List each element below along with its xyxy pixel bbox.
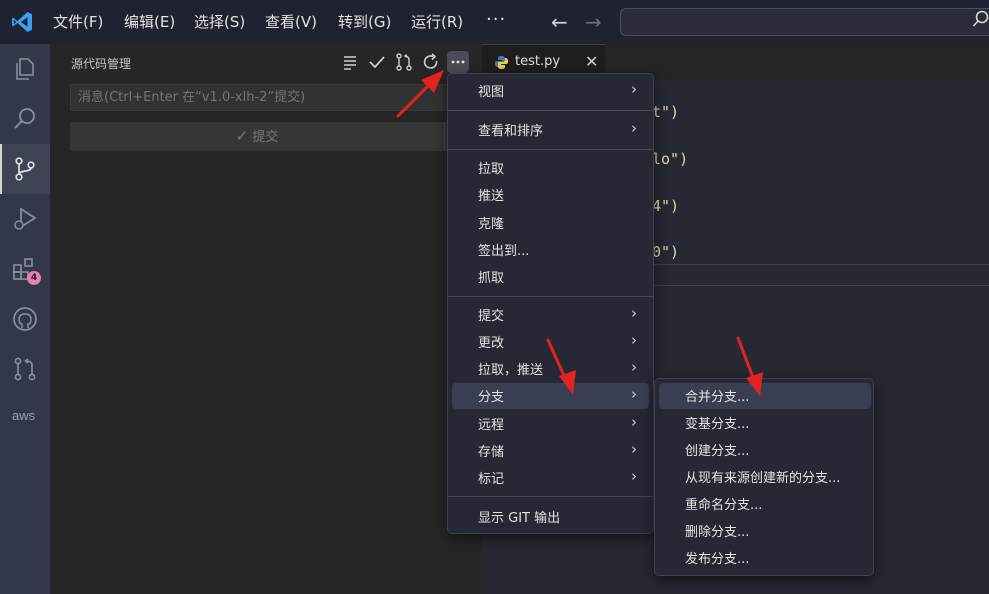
commit-button[interactable]: ✓ 提交 xyxy=(70,122,444,151)
activity-pull-requests[interactable] xyxy=(0,344,50,394)
menu-run[interactable]: 运行(R) xyxy=(411,11,463,33)
search-icon[interactable] xyxy=(972,10,989,28)
menu-go[interactable]: 转到(G) xyxy=(338,11,391,33)
menu-edit[interactable]: 编辑(E) xyxy=(124,11,175,33)
more-actions-menu: 视图 › 查看和排序 › 拉取 推送 克隆 签出到... 抓取 提交 › 更改 … xyxy=(447,73,654,534)
source-control-sidebar: 源代码管理 ✓ 提交 xyxy=(50,44,482,594)
activity-explorer[interactable] xyxy=(0,44,50,94)
chevron-right-icon: › xyxy=(631,385,637,403)
chevron-right-icon: › xyxy=(631,80,637,98)
branch-item-create-from[interactable]: 从现有来源创建新的分支... xyxy=(659,464,871,490)
code-line: lo") xyxy=(652,150,689,168)
back-arrow-icon[interactable]: ← xyxy=(551,10,568,34)
menu-item-clone[interactable]: 克隆 xyxy=(452,210,649,236)
ellipsis-icon xyxy=(451,60,465,64)
commit-button-label: 提交 xyxy=(252,130,279,145)
chevron-right-icon: › xyxy=(631,467,637,485)
menu-item-show-git-output[interactable]: 显示 GIT 输出 xyxy=(452,504,649,530)
menu-item-push[interactable]: 推送 xyxy=(452,182,649,208)
activity-bar: 4 aws xyxy=(0,44,50,594)
branch-submenu: 合并分支... 变基分支... 创建分支... 从现有来源创建新的分支... 重… xyxy=(654,378,874,576)
menu-view[interactable]: 查看(V) xyxy=(265,11,317,33)
menu-item-view[interactable]: 视图 › xyxy=(452,78,649,104)
refresh-icon[interactable] xyxy=(421,52,441,72)
menu-item-pull-push[interactable]: 拉取，推送 › xyxy=(452,356,649,382)
chevron-right-icon: › xyxy=(631,331,637,349)
activity-github[interactable] xyxy=(0,294,50,344)
branch-item-delete[interactable]: 删除分支... xyxy=(659,518,871,544)
chevron-right-icon: › xyxy=(631,358,637,376)
menu-item-branch[interactable]: 分支 › xyxy=(452,383,649,409)
more-actions-button[interactable] xyxy=(447,51,469,73)
github-icon xyxy=(13,307,37,331)
branch-item-create[interactable]: 创建分支... xyxy=(659,437,871,463)
forward-arrow-icon[interactable]: → xyxy=(585,10,602,34)
activity-search[interactable] xyxy=(0,94,50,144)
extensions-badge: 4 xyxy=(27,271,41,285)
branch-item-merge[interactable]: 合并分支... xyxy=(659,383,871,409)
title-bar: 文件(F) 编辑(E) 选择(S) 查看(V) 转到(G) 运行(R) ··· … xyxy=(0,0,989,44)
branch-item-publish[interactable]: 发布分支... xyxy=(659,545,871,571)
active-indicator xyxy=(0,144,2,194)
search-icon xyxy=(14,108,35,129)
code-line: 0") xyxy=(652,243,680,261)
view-as-list-icon[interactable] xyxy=(340,52,360,72)
aws-icon: aws xyxy=(12,408,36,423)
menu-selection[interactable]: 选择(S) xyxy=(194,11,245,33)
more-menus-button[interactable]: ··· xyxy=(486,9,506,30)
chevron-right-icon: › xyxy=(631,119,637,137)
check-icon: ✓ xyxy=(235,127,249,145)
python-file-icon xyxy=(495,56,508,69)
menu-item-checkout[interactable]: 签出到... xyxy=(452,237,649,263)
activity-run-debug[interactable] xyxy=(0,194,50,244)
menu-item-commit[interactable]: 提交 › xyxy=(452,302,649,328)
menu-separator xyxy=(448,296,653,297)
current-line-highlight xyxy=(654,264,989,286)
branch-item-rebase[interactable]: 变基分支... xyxy=(659,410,871,436)
command-center-search[interactable] xyxy=(620,8,989,36)
activity-aws[interactable]: aws xyxy=(0,394,50,444)
code-line: t") xyxy=(652,103,680,121)
create-pull-request-icon[interactable] xyxy=(394,52,414,72)
activity-extensions[interactable]: 4 xyxy=(0,244,50,294)
menu-item-stash[interactable]: 存储 › xyxy=(452,438,649,464)
pull-request-icon xyxy=(14,357,36,381)
menu-item-fetch[interactable]: 抓取 xyxy=(452,264,649,290)
menu-separator xyxy=(448,110,653,111)
menu-file[interactable]: 文件(F) xyxy=(53,11,103,33)
explorer-icon xyxy=(16,58,34,80)
menu-separator xyxy=(448,149,653,150)
menu-item-remote[interactable]: 远程 › xyxy=(452,411,649,437)
chevron-right-icon: › xyxy=(631,304,637,322)
chevron-right-icon: › xyxy=(631,440,637,458)
source-control-icon xyxy=(15,157,35,181)
commit-message-input[interactable] xyxy=(70,84,482,111)
sidebar-title: 源代码管理 xyxy=(71,57,132,71)
code-line: 4") xyxy=(652,197,680,215)
commit-check-icon[interactable] xyxy=(367,52,387,72)
activity-source-control[interactable] xyxy=(0,144,50,194)
menu-item-pull[interactable]: 拉取 xyxy=(452,155,649,181)
run-debug-icon xyxy=(14,207,37,230)
menu-item-changes[interactable]: 更改 › xyxy=(452,329,649,355)
menu-item-view-sort[interactable]: 查看和排序 › xyxy=(452,117,649,143)
menu-separator xyxy=(448,496,653,497)
chevron-right-icon: › xyxy=(631,413,637,431)
tab-label: test.py xyxy=(515,54,561,69)
branch-item-rename[interactable]: 重命名分支... xyxy=(659,491,871,517)
close-icon[interactable]: ✕ xyxy=(585,52,598,71)
menu-item-tags[interactable]: 标记 › xyxy=(452,465,649,491)
vscode-logo-icon xyxy=(12,12,32,32)
